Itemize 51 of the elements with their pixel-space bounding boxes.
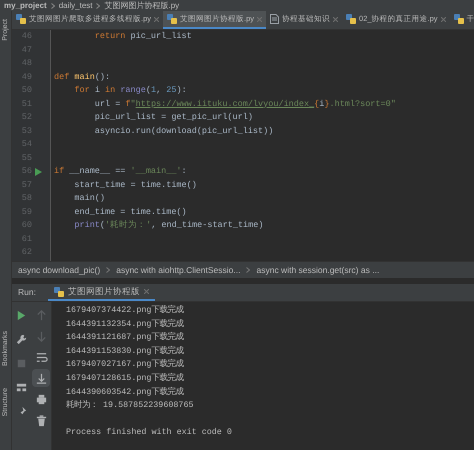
breadcrumb-item[interactable]: async download_pic() xyxy=(18,264,100,276)
close-icon[interactable] xyxy=(144,289,149,294)
wrench-icon xyxy=(15,332,28,346)
code-line: print('耗时为：', end_time-start_time) xyxy=(73,219,264,232)
breadcrumb-item[interactable]: async with aiohttp.ClientSessio... xyxy=(116,264,240,276)
breadcrumb-item[interactable]: daily_test xyxy=(58,2,92,10)
printer-icon xyxy=(34,392,48,406)
scroll-to-end-button[interactable] xyxy=(32,369,50,387)
chevron-icon xyxy=(246,267,250,273)
console-output-line: 1679407374422.png下载完成 xyxy=(66,305,184,315)
python-file-icon xyxy=(16,14,26,24)
python-file-icon xyxy=(54,286,64,296)
python-file-icon xyxy=(346,14,356,24)
run-tab[interactable]: 艾图网图片协程版 xyxy=(48,284,155,301)
chevron-icon xyxy=(96,2,100,8)
console-output-line: 1644391153830.png下载完成 xyxy=(66,346,184,356)
scroll-to-end-icon xyxy=(34,372,48,384)
breadcrumb-item[interactable]: my_project xyxy=(4,2,47,10)
close-icon[interactable] xyxy=(333,16,338,22)
close-icon[interactable] xyxy=(440,16,446,22)
python-file-icon xyxy=(454,14,464,24)
breadcrumb-item[interactable]: 艾图网图片协程版.py xyxy=(104,2,180,10)
soft-wrap-icon xyxy=(34,350,48,364)
down-arrow-icon xyxy=(34,330,48,342)
run-label: Run: xyxy=(18,286,36,299)
code-line: if __name__ == '__main__': xyxy=(53,165,187,178)
console-output-line: 1644391121687.png下载完成 xyxy=(66,332,184,342)
code-line: start_time = time.time() xyxy=(73,178,197,192)
run-icon[interactable] xyxy=(35,168,42,176)
code-line: return pic_url_list xyxy=(94,30,192,43)
console-output-line: 1679407027167.png下载完成 xyxy=(66,359,184,370)
close-icon[interactable] xyxy=(154,16,160,22)
chevron-icon xyxy=(50,2,55,8)
console-output-line: 耗时为： 19.587852239608765 xyxy=(66,400,194,410)
python-file-icon xyxy=(167,14,178,24)
chevron-icon xyxy=(106,267,110,273)
code-line: pic_url_list = get_pic_url(url) xyxy=(94,111,253,124)
console-output-line: 1644391132354.png下载完成 xyxy=(66,318,184,329)
breadcrumb-item[interactable]: async with session.get(src) as ... xyxy=(256,264,380,276)
code-line: url = f"https://www.iituku.com/lvyou/index_{i}.html?sort=0" xyxy=(94,98,396,110)
console-output-line: Process finished with exit code 0 xyxy=(66,427,232,438)
code-line: end_time = time.time() xyxy=(73,206,187,218)
code-line: for i in range(1, 25): xyxy=(73,84,187,97)
up-arrow-icon xyxy=(34,308,48,322)
trash-icon xyxy=(34,414,48,426)
text-file-icon xyxy=(270,14,280,24)
code-line: def main(): xyxy=(53,70,110,84)
code-line: asyncio.run(download(pic_url_list)) xyxy=(94,124,274,138)
console-output-line: 1679407128615.png下载完成 xyxy=(66,372,184,383)
console-output-line: 1644390603542.png下载完成 xyxy=(66,386,184,397)
code-line: main() xyxy=(73,192,106,205)
